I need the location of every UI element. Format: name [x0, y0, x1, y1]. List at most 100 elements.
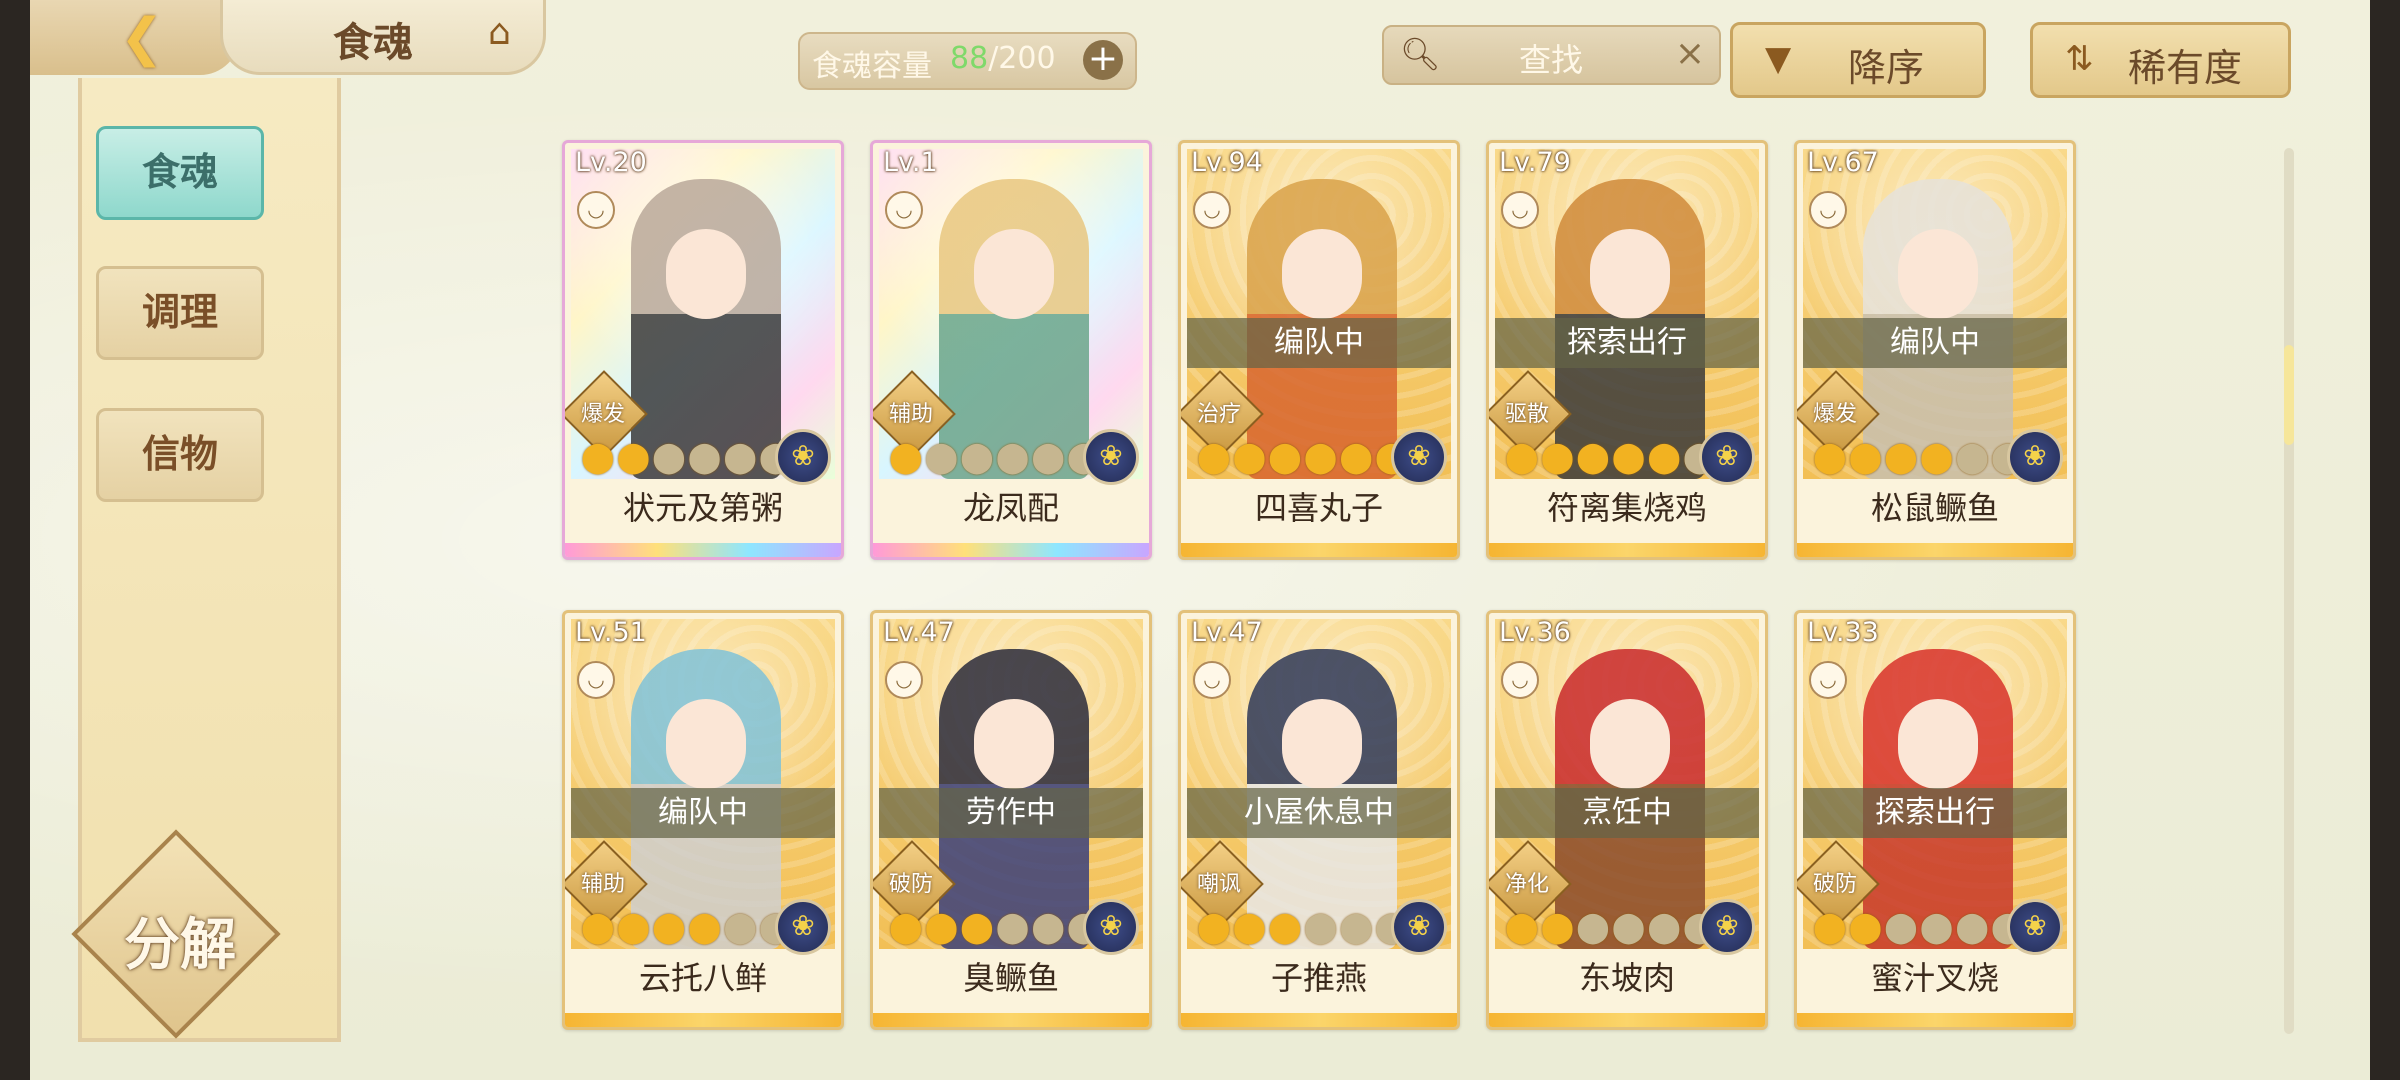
pavilion-icon[interactable]: ⌂ — [488, 12, 511, 53]
character-face — [1590, 699, 1670, 789]
bowl-icon: ◡ — [1501, 661, 1539, 699]
character-face — [974, 699, 1054, 789]
status-banner: 编队中 — [571, 788, 835, 838]
scrollbar-track[interactable] — [2284, 148, 2294, 1034]
food-soul-card[interactable]: Lv.1 ◡ 辅助 ⬤⬤⬤⬤⬤⬤❀ 龙凤配 — [870, 140, 1152, 560]
character-face — [666, 699, 746, 789]
food-soul-name: 子推燕 — [1270, 959, 1367, 997]
rarity-bar — [873, 543, 1149, 557]
role-label: 净化 — [1504, 872, 1549, 897]
sort-order-button[interactable]: ▼ 降序 — [1730, 22, 1986, 98]
food-soul-card[interactable]: Lv.36 ◡ 烹饪中净化 ⬤⬤⬤⬤⬤⬤❀ 东坡肉 — [1486, 610, 1768, 1030]
food-soul-name: 四喜丸子 — [1254, 489, 1383, 527]
sidebar-item-label: 食魂 — [141, 149, 218, 194]
food-soul-name: 符离集烧鸡 — [1546, 489, 1707, 527]
food-soul-card[interactable]: Lv.47 ◡ 小屋休息中嘲讽 ⬤⬤⬤⬤⬤⬤❀ 子推燕 — [1178, 610, 1460, 1030]
sort-swap-icon: ⇅ — [2065, 39, 2094, 79]
capacity-panel: 食魂容量 88/200 + — [798, 32, 1137, 90]
rarity-bar — [1797, 543, 2073, 557]
character-face — [1282, 229, 1362, 319]
sort-key-label: 稀有度 — [2128, 46, 2243, 90]
element-flower-icon: ❀ — [1699, 429, 1755, 485]
bowl-icon: ◡ — [1809, 191, 1847, 229]
rank-stars: ⬤⬤⬤⬤⬤⬤ — [1813, 910, 2024, 945]
sort-key-button[interactable]: ⇅ 稀有度 — [2030, 22, 2291, 98]
character-face — [1590, 229, 1670, 319]
app-screen: { "header": { "title": "食魂", "back_icon"… — [30, 0, 2370, 1080]
character-figure — [631, 179, 781, 479]
level-label: Lv.67 — [1807, 147, 1879, 178]
element-flower-icon: ❀ — [775, 429, 831, 485]
search-input[interactable]: 🔍︎ 查找 × — [1382, 25, 1721, 85]
role-label: 破防 — [1812, 872, 1857, 897]
food-soul-name: 龙凤配 — [962, 489, 1059, 527]
level-label: Lv.36 — [1499, 617, 1571, 648]
page-title: 食魂 — [333, 19, 413, 66]
food-soul-card[interactable]: Lv.67 ◡ 编队中爆发 ⬤⬤⬤⬤⬤⬤❀松鼠鳜鱼 — [1794, 140, 2076, 560]
level-label: Lv.51 — [575, 617, 647, 648]
sidebar-item-food-souls[interactable]: 食魂 — [96, 126, 264, 220]
character-face — [1898, 699, 1978, 789]
clear-search-button[interactable]: × — [1675, 33, 1705, 74]
capacity-current: 88 — [950, 41, 989, 76]
rank-stars: ⬤⬤⬤⬤⬤⬤ — [889, 910, 1100, 945]
element-flower-icon: ❀ — [1391, 429, 1447, 485]
sort-down-icon: ▼ — [1765, 39, 1792, 79]
role-label: 辅助 — [580, 872, 625, 897]
scrollbar-thumb[interactable] — [2284, 345, 2294, 445]
level-label: Lv.1 — [883, 147, 938, 178]
role-label: 辅助 — [888, 402, 933, 427]
sidebar-item-conditioning[interactable]: 调理 — [96, 266, 264, 360]
rank-stars: ⬤⬤⬤⬤⬤⬤ — [1197, 910, 1408, 945]
status-banner: 劳作中 — [879, 788, 1143, 838]
capacity-label: 食魂容量 — [812, 49, 932, 84]
food-soul-name: 松鼠鳜鱼 — [1870, 489, 1999, 527]
rarity-bar — [1181, 1013, 1457, 1027]
element-flower-icon: ❀ — [1699, 899, 1755, 955]
status-banner: 探索出行 — [1803, 788, 2067, 838]
food-soul-card[interactable]: Lv.94 ◡ 编队中治疗 ⬤⬤⬤⬤⬤⬤❀四喜丸子 — [1178, 140, 1460, 560]
level-label: Lv.33 — [1807, 617, 1879, 648]
character-face — [666, 229, 746, 319]
role-label: 爆发 — [580, 402, 625, 427]
sidebar-item-label: 信物 — [141, 431, 218, 476]
status-banner: 小屋休息中 — [1187, 788, 1451, 838]
food-soul-name: 东坡肉 — [1578, 959, 1675, 997]
food-soul-card[interactable]: Lv.47 ◡ 劳作中破防 ⬤⬤⬤⬤⬤⬤❀ 臭鳜鱼 — [870, 610, 1152, 1030]
sidebar-item-label: 调理 — [141, 289, 218, 334]
status-banner: 编队中 — [1187, 318, 1451, 368]
element-flower-icon: ❀ — [2007, 429, 2063, 485]
rarity-bar — [565, 1013, 841, 1027]
role-label: 治疗 — [1196, 402, 1241, 427]
character-face — [974, 229, 1054, 319]
rank-stars: ⬤⬤⬤⬤⬤⬤ — [581, 440, 792, 475]
food-soul-card[interactable]: Lv.79 ◡ 探索出行驱散 ⬤⬤⬤⬤⬤⬤❀ 符离集烧鸡 — [1486, 140, 1768, 560]
food-soul-name: 蜜汁叉烧 — [1870, 959, 1999, 997]
bowl-icon: ◡ — [885, 661, 923, 699]
level-label: Lv.79 — [1499, 147, 1571, 178]
bowl-icon: ◡ — [1193, 661, 1231, 699]
sidebar-item-tokens[interactable]: 信物 — [96, 408, 264, 502]
rank-stars: ⬤⬤⬤⬤⬤⬤ — [1505, 440, 1716, 475]
level-label: Lv.47 — [883, 617, 955, 648]
food-soul-card[interactable]: Lv.33 ◡ 探索出行破防 ⬤⬤⬤⬤⬤⬤❀蜜汁叉烧 — [1794, 610, 2076, 1030]
add-capacity-button[interactable]: + — [1083, 40, 1123, 80]
character-figure — [939, 179, 1089, 479]
bowl-icon: ◡ — [1809, 661, 1847, 699]
level-label: Lv.20 — [575, 147, 647, 178]
food-soul-name: 状元及第粥 — [622, 489, 783, 527]
element-flower-icon: ❀ — [1391, 899, 1447, 955]
status-banner: 探索出行 — [1495, 318, 1759, 368]
character-face — [1282, 699, 1362, 789]
capacity-value: 88/200 — [950, 41, 1056, 76]
element-flower-icon: ❀ — [775, 899, 831, 955]
food-soul-name: 臭鳜鱼 — [962, 959, 1059, 997]
rarity-bar — [1489, 1013, 1765, 1027]
role-label: 破防 — [888, 872, 933, 897]
food-soul-name: 云托八鲜 — [638, 959, 767, 997]
food-soul-card[interactable]: Lv.51 ◡ 编队中辅助 ⬤⬤⬤⬤⬤⬤❀云托八鲜 — [562, 610, 844, 1030]
rank-stars: ⬤⬤⬤⬤⬤⬤ — [1197, 440, 1408, 475]
role-label: 嘲讽 — [1196, 872, 1241, 897]
back-button[interactable]: ❮ — [30, 0, 240, 75]
food-soul-card[interactable]: Lv.20 ◡ 爆发 ⬤⬤⬤⬤⬤⬤❀ 状元及第粥 — [562, 140, 844, 560]
